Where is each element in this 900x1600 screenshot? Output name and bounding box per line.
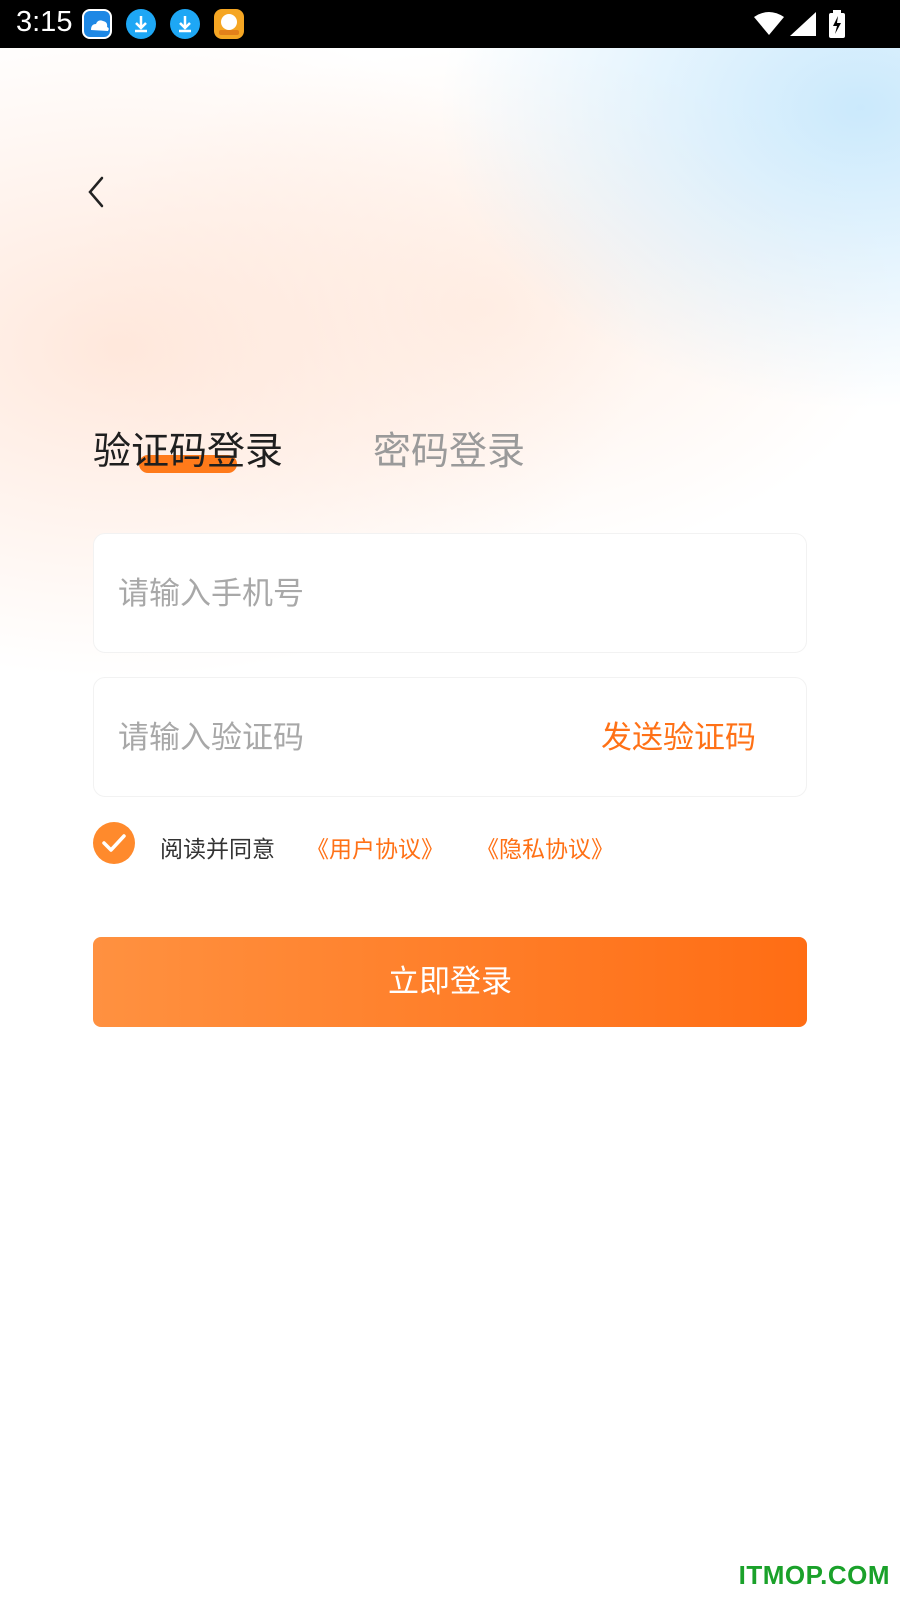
user-agreement-link[interactable]: 《用户协议》: [306, 830, 444, 864]
agreement-text: 阅读并同意: [160, 837, 275, 863]
status-bar: 3:15: [0, 0, 900, 48]
tab-code-login[interactable]: 验证码登录: [93, 420, 283, 475]
battery-charging-icon: [829, 10, 845, 38]
game-app-icon: [214, 9, 244, 39]
watermark: ITMOP.COM: [738, 1560, 890, 1590]
privacy-agreement-link[interactable]: 《隐私协议》: [476, 830, 614, 864]
tab-password-login-label: 密码登录: [373, 429, 526, 473]
login-button[interactable]: 立即登录: [93, 937, 807, 1027]
back-button[interactable]: [80, 170, 116, 214]
chevron-left-icon: [88, 176, 104, 208]
checkmark-icon: [102, 834, 126, 852]
status-time: 3:15: [16, 6, 73, 38]
phone-field-container: [93, 533, 807, 654]
tab-password-login[interactable]: 密码登录: [373, 420, 525, 475]
code-field-container: 发送验证码: [93, 677, 807, 798]
cloud-app-icon: [82, 9, 112, 39]
wifi-icon: [754, 12, 784, 35]
phone-input[interactable]: [118, 534, 578, 654]
tab-code-login-label: 验证码登录: [93, 429, 284, 473]
download-icon: [170, 9, 200, 39]
download-icon: [126, 9, 156, 39]
signal-icon: [790, 12, 816, 36]
send-code-button[interactable]: 发送验证码: [601, 678, 756, 798]
agreement-checkbox[interactable]: [93, 822, 135, 864]
verification-code-input[interactable]: [118, 678, 578, 798]
